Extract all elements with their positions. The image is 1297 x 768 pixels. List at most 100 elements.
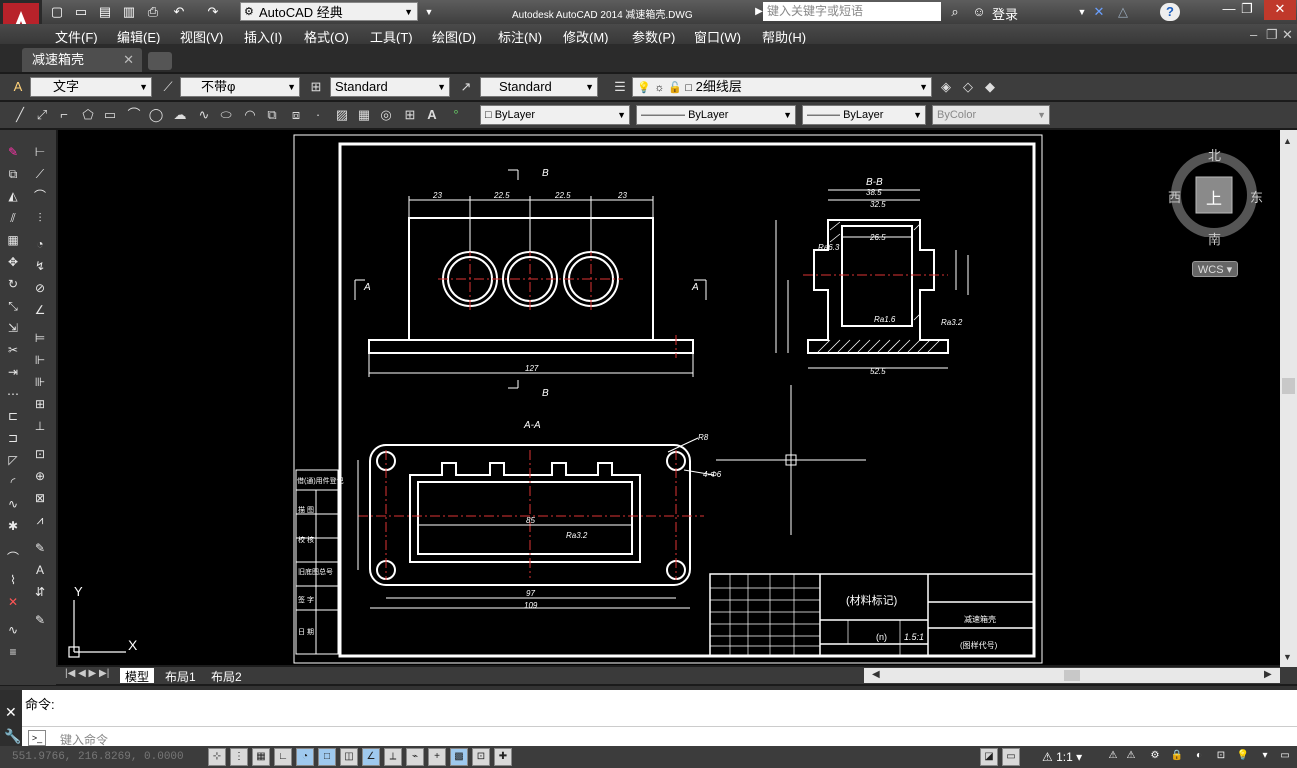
make-current-layer-icon[interactable]: ◈ bbox=[936, 77, 956, 97]
blend-icon[interactable]: ∿ bbox=[3, 494, 23, 514]
dimedit-icon[interactable]: ✎ bbox=[30, 538, 50, 558]
line-icon[interactable]: ╱ bbox=[10, 105, 30, 125]
revcloud-icon[interactable]: ☁ bbox=[170, 105, 190, 125]
scroll-right-icon[interactable]: ▶ bbox=[1264, 669, 1272, 680]
doc-close-icon[interactable]: ✕ bbox=[1282, 27, 1293, 43]
tolerance-icon[interactable]: ⊡ bbox=[30, 444, 50, 464]
table-icon[interactable]: ⊞ bbox=[400, 105, 420, 125]
hatch-icon[interactable]: ▨ bbox=[332, 105, 352, 125]
table-style-icon[interactable]: ⊞ bbox=[306, 77, 326, 97]
arc-length-icon[interactable]: ⌒ bbox=[3, 548, 23, 568]
region-icon[interactable]: ◎ bbox=[376, 105, 396, 125]
exchange-icon[interactable]: ✕ bbox=[1090, 3, 1108, 21]
join-icon[interactable]: ⊐ bbox=[3, 428, 23, 448]
autodesk360-icon[interactable]: △ bbox=[1114, 3, 1132, 21]
layer-previous-icon[interactable]: ◇ bbox=[958, 77, 978, 97]
dim-style-icon[interactable]: ⟋ bbox=[158, 77, 178, 97]
transparency-icon[interactable]: ▩ bbox=[450, 748, 468, 766]
search-input[interactable]: 键入关键字或短语 bbox=[763, 2, 941, 21]
add-selected-icon[interactable]: ° bbox=[446, 105, 466, 125]
viewcube[interactable]: 北 南 东 西 上 bbox=[1168, 145, 1263, 247]
dynamic-ucs-icon[interactable]: ⟂ bbox=[384, 748, 402, 766]
dim-style-icon[interactable]: ✎ bbox=[30, 610, 50, 630]
cube-top-label[interactable]: 上 bbox=[1206, 185, 1222, 209]
quick-dim-icon[interactable]: ⊨ bbox=[30, 328, 50, 348]
tab-layout1[interactable]: 布局1 bbox=[160, 668, 201, 684]
dynamic-input-icon[interactable]: ⌁ bbox=[406, 748, 424, 766]
command-window-handle[interactable]: ✕ 🔧 bbox=[0, 690, 22, 750]
model-icon[interactable]: ◪ bbox=[980, 748, 998, 766]
snap-mode-icon[interactable]: ⋮ bbox=[230, 748, 248, 766]
multileader-style-dropdown[interactable]: Standard ▼ bbox=[480, 77, 598, 97]
multiline-text-icon[interactable]: A bbox=[422, 105, 442, 125]
continue-dim-icon[interactable]: ⊪ bbox=[30, 372, 50, 392]
copy-icon[interactable]: ⧉ bbox=[3, 164, 23, 184]
inspection-icon[interactable]: ⊠ bbox=[30, 488, 50, 508]
infer-constraints-icon[interactable]: ⊹ bbox=[208, 748, 226, 766]
clean-screen-icon[interactable]: ▭ bbox=[1276, 748, 1294, 766]
binoculars-icon[interactable]: ⌕ bbox=[946, 3, 964, 21]
compass-west[interactable]: 西 bbox=[1168, 187, 1181, 206]
array-icon[interactable]: ▦ bbox=[3, 230, 23, 250]
layer-dropdown[interactable]: 💡 ☼ 🔓 □ 2细线层 ▼ bbox=[632, 77, 932, 97]
erase-icon[interactable]: ✎ bbox=[3, 142, 23, 162]
insert-block-icon[interactable]: ⧉ bbox=[262, 105, 282, 125]
layer-properties-icon[interactable]: ☰ bbox=[610, 77, 630, 97]
arc-dim-icon[interactable]: ⌒ bbox=[30, 186, 50, 206]
new-icon[interactable]: ▢ bbox=[48, 3, 66, 21]
scroll-down-icon[interactable]: ▼ bbox=[1283, 652, 1292, 662]
tab-layout2[interactable]: 布局2 bbox=[206, 668, 247, 684]
lock-icon[interactable]: 🔒 bbox=[1168, 748, 1186, 766]
compass-south[interactable]: 南 bbox=[1208, 229, 1221, 248]
spline-edit-icon[interactable]: ∿ bbox=[3, 620, 23, 640]
point-icon[interactable]: · bbox=[308, 105, 328, 125]
color-dropdown[interactable]: □ ByLayer ▼ bbox=[480, 105, 630, 125]
vertical-scrollbar[interactable]: ▲ ▼ bbox=[1280, 130, 1297, 667]
workspace-switch-icon[interactable]: ⚙ bbox=[1146, 748, 1164, 766]
open-icon[interactable]: ▭ bbox=[72, 3, 90, 21]
move-icon[interactable]: ✥ bbox=[3, 252, 23, 272]
ellipse-arc-icon[interactable]: ◠ bbox=[240, 105, 260, 125]
construction-line-icon[interactable]: ⤢ bbox=[32, 105, 52, 125]
print-icon[interactable]: ⎙ bbox=[144, 3, 162, 21]
close-tab-icon[interactable]: ✕ bbox=[123, 48, 134, 72]
arc-icon[interactable]: ⌒ bbox=[124, 105, 144, 125]
horizontal-scrollbar[interactable]: ◀ ▶ bbox=[864, 668, 1280, 683]
compass-east[interactable]: 东 bbox=[1250, 187, 1263, 206]
multileader-style-icon[interactable]: ↗ bbox=[456, 77, 476, 97]
coordinates-readout[interactable]: 551.9766, 216.8269, 0.0000 bbox=[12, 751, 184, 763]
text-style-dropdown[interactable]: 文字 ▼ bbox=[30, 77, 152, 97]
break-point-icon[interactable]: ⋯ bbox=[3, 384, 23, 404]
gradient-icon[interactable]: ▦ bbox=[354, 105, 374, 125]
annotation-visibility-icon[interactable]: ⚠ bbox=[1104, 748, 1122, 766]
help-icon[interactable]: ? bbox=[1160, 3, 1180, 21]
redo-icon[interactable]: ↷ bbox=[204, 3, 222, 21]
chamfer-icon[interactable]: ◸ bbox=[3, 450, 23, 470]
stretch-icon[interactable]: ⇲ bbox=[3, 318, 23, 338]
mirror-icon[interactable]: ◭ bbox=[3, 186, 23, 206]
annotation-scale[interactable]: ⚠ 1:1 ▾ bbox=[1042, 750, 1082, 764]
lineweight-dropdown[interactable]: ——— ByLayer ▼ bbox=[802, 105, 926, 125]
align-icon[interactable]: ≡ bbox=[3, 642, 23, 662]
user-icon[interactable]: ☺ bbox=[970, 3, 988, 21]
delete-constraint-icon[interactable]: ✕ bbox=[3, 592, 23, 612]
layout-icon[interactable]: ▭ bbox=[1002, 748, 1020, 766]
qat-customize-icon[interactable]: ▼ bbox=[420, 3, 438, 21]
isolate-objects-icon[interactable]: ⊡ bbox=[1212, 748, 1230, 766]
wcs-menu[interactable]: WCS ▾ bbox=[1192, 261, 1238, 277]
jogged-linear-icon[interactable]: ⩘ bbox=[30, 510, 50, 530]
bulb-icon[interactable]: 💡 bbox=[1234, 748, 1252, 766]
new-tab-button[interactable] bbox=[148, 52, 172, 70]
linear-dim-icon[interactable]: ⊢ bbox=[30, 142, 50, 162]
table-style-dropdown[interactable]: Standard ▼ bbox=[330, 77, 450, 97]
hscroll-thumb[interactable] bbox=[1064, 670, 1080, 681]
center-mark-icon[interactable]: ⊕ bbox=[30, 466, 50, 486]
text-style-icon[interactable]: A bbox=[8, 77, 28, 97]
offset-icon[interactable]: ⫽ bbox=[3, 208, 23, 228]
auto-scale-icon[interactable]: ⚠ bbox=[1122, 748, 1140, 766]
rotate-icon[interactable]: ↻ bbox=[3, 274, 23, 294]
polyline-icon[interactable]: ⌐ bbox=[54, 105, 74, 125]
jogged-dim-icon[interactable]: ↯ bbox=[30, 256, 50, 276]
break-icon[interactable]: ⊏ bbox=[3, 406, 23, 426]
trim-icon[interactable]: ✂ bbox=[3, 340, 23, 360]
